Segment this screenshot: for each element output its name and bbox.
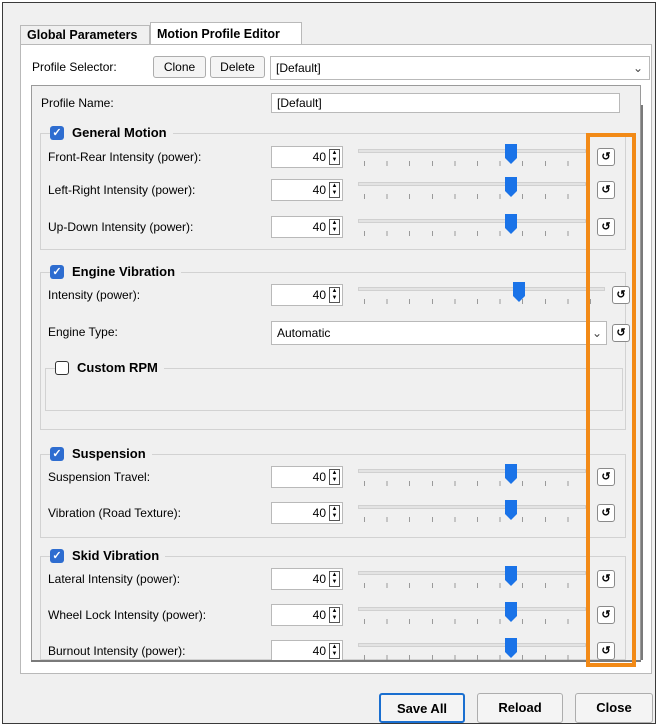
profile-selector-value: [Default] xyxy=(276,61,321,75)
spinner-arrows-icon[interactable]: ▲ ▼ xyxy=(329,607,340,623)
spinner-arrows-icon[interactable]: ▲ ▼ xyxy=(329,149,340,165)
tab-motion-profile-editor[interactable]: Motion Profile Editor xyxy=(150,22,302,44)
suspension-travel-value: 40 xyxy=(312,470,326,484)
front-rear-intensity-slider-track[interactable] xyxy=(358,149,586,153)
engine-type-value: Automatic xyxy=(277,326,331,340)
up-down-intensity-label: Up-Down Intensity (power): xyxy=(48,220,194,234)
wheel-lock-intensity-value: 40 xyxy=(312,608,326,622)
wheel-lock-intensity-label: Wheel Lock Intensity (power): xyxy=(48,608,207,622)
engine-vibration-checkbox[interactable]: ✓ xyxy=(50,264,64,279)
lateral-intensity-value: 40 xyxy=(312,572,326,586)
front-rear-intensity-value: 40 xyxy=(312,150,326,164)
up-down-intensity-slider-thumb[interactable] xyxy=(504,213,518,235)
spinner-arrows-icon[interactable]: ▲ ▼ xyxy=(329,571,340,587)
suspension-travel-label: Suspension Travel: xyxy=(48,470,151,484)
engine-intensity-slider-thumb[interactable] xyxy=(512,281,526,303)
suspension-travel-slider-thumb[interactable] xyxy=(504,463,518,485)
custom-rpm-checkbox[interactable] xyxy=(55,360,69,375)
lateral-intensity-slider-ticks xyxy=(364,583,580,588)
skid-vibration-title: Skid Vibration xyxy=(72,548,160,563)
left-right-intensity-slider-thumb[interactable] xyxy=(504,176,518,198)
engine-intensity-label: Intensity (power): xyxy=(48,288,141,302)
profile-selector-label: Profile Selector: xyxy=(32,60,117,74)
left-right-intensity-value: 40 xyxy=(312,183,326,197)
left-right-intensity-label: Left-Right Intensity (power): xyxy=(48,183,196,197)
suspension-travel-spinbox[interactable]: 40 ▲ ▼ xyxy=(271,466,343,488)
road-texture-vibration-spinbox[interactable]: 40 ▲ ▼ xyxy=(271,502,343,524)
skid-vibration-header: ✓ Skid Vibration xyxy=(50,548,166,563)
up-down-intensity-slider-track[interactable] xyxy=(358,219,586,223)
burnout-intensity-slider-track[interactable] xyxy=(358,643,586,647)
left-right-intensity-slider-track[interactable] xyxy=(358,182,586,186)
skid-vibration-checkbox[interactable]: ✓ xyxy=(50,548,64,563)
wheel-lock-intensity-slider-thumb[interactable] xyxy=(504,601,518,623)
spinner-arrows-icon[interactable]: ▲ ▼ xyxy=(329,219,340,235)
lateral-intensity-slider-thumb[interactable] xyxy=(504,565,518,587)
road-texture-vibration-slider-ticks xyxy=(364,517,580,522)
burnout-intensity-spinbox[interactable]: 40 ▲ ▼ xyxy=(271,640,343,662)
highlight-box xyxy=(586,133,636,667)
burnout-intensity-slider-thumb[interactable] xyxy=(504,637,518,659)
engine-intensity-spinbox[interactable]: 40 ▲ ▼ xyxy=(271,284,343,306)
custom-rpm-title: Custom RPM xyxy=(77,360,158,375)
clone-button[interactable]: Clone xyxy=(153,56,206,78)
road-texture-vibration-slider-thumb[interactable] xyxy=(504,499,518,521)
tab-global-parameters[interactable]: Global Parameters xyxy=(20,25,150,44)
road-texture-vibration-label: Vibration (Road Texture): xyxy=(48,506,181,520)
front-rear-intensity-spinbox[interactable]: 40 ▲ ▼ xyxy=(271,146,343,168)
burnout-intensity-label: Burnout Intensity (power): xyxy=(48,644,186,658)
lateral-intensity-label: Lateral Intensity (power): xyxy=(48,572,181,586)
engine-vibration-header: ✓ Engine Vibration xyxy=(50,264,182,279)
up-down-intensity-slider-ticks xyxy=(364,231,580,236)
reload-button[interactable]: Reload xyxy=(477,693,563,723)
wheel-lock-intensity-spinbox[interactable]: 40 ▲ ▼ xyxy=(271,604,343,626)
spinner-arrows-icon[interactable]: ▲ ▼ xyxy=(329,643,340,659)
spinner-arrows-icon[interactable]: ▲ ▼ xyxy=(329,182,340,198)
profile-name-label: Profile Name: xyxy=(41,96,114,110)
engine-intensity-slider-track[interactable] xyxy=(358,287,605,291)
general-motion-title: General Motion xyxy=(72,125,167,140)
profile-selector-dropdown[interactable]: [Default] ⌄ xyxy=(270,56,650,80)
suspension-travel-slider-ticks xyxy=(364,481,580,486)
chevron-down-icon: ⌄ xyxy=(632,61,643,75)
front-rear-intensity-label: Front-Rear Intensity (power): xyxy=(48,150,202,164)
engine-intensity-slider-ticks xyxy=(364,299,599,304)
spinner-arrows-icon[interactable]: ▲ ▼ xyxy=(329,469,340,485)
suspension-checkbox[interactable]: ✓ xyxy=(50,446,64,461)
up-down-intensity-value: 40 xyxy=(312,220,326,234)
spinner-arrows-icon[interactable]: ▲ ▼ xyxy=(329,505,340,521)
spinner-arrows-icon[interactable]: ▲ ▼ xyxy=(329,287,340,303)
delete-button[interactable]: Delete xyxy=(210,56,265,78)
road-texture-vibration-slider-track[interactable] xyxy=(358,505,586,509)
lateral-intensity-slider-track[interactable] xyxy=(358,571,586,575)
suspension-travel-slider-track[interactable] xyxy=(358,469,586,473)
engine-intensity-value: 40 xyxy=(312,288,326,302)
engine-vibration-title: Engine Vibration xyxy=(72,264,176,279)
burnout-intensity-value: 40 xyxy=(312,644,326,658)
engine-type-dropdown[interactable]: Automatic ⌄ xyxy=(271,321,607,345)
engine-type-label: Engine Type: xyxy=(48,325,118,339)
wheel-lock-intensity-slider-ticks xyxy=(364,619,580,624)
general-motion-checkbox[interactable]: ✓ xyxy=(50,125,64,140)
front-rear-intensity-slider-thumb[interactable] xyxy=(504,143,518,165)
custom-rpm-header: Custom RPM xyxy=(55,360,164,375)
close-button[interactable]: Close xyxy=(575,693,653,723)
save-all-button[interactable]: Save All xyxy=(379,693,465,723)
profile-name-input[interactable]: [Default] xyxy=(271,93,620,113)
wheel-lock-intensity-slider-track[interactable] xyxy=(358,607,586,611)
suspension-header: ✓ Suspension xyxy=(50,446,152,461)
suspension-title: Suspension xyxy=(72,446,146,461)
road-texture-vibration-value: 40 xyxy=(312,506,326,520)
general-motion-header: ✓ General Motion xyxy=(50,125,173,140)
up-down-intensity-spinbox[interactable]: 40 ▲ ▼ xyxy=(271,216,343,238)
horizontal-scrollbar[interactable] xyxy=(31,660,641,662)
vertical-scrollbar[interactable] xyxy=(641,105,643,660)
left-right-intensity-spinbox[interactable]: 40 ▲ ▼ xyxy=(271,179,343,201)
front-rear-intensity-slider-ticks xyxy=(364,161,580,166)
left-right-intensity-slider-ticks xyxy=(364,194,580,199)
lateral-intensity-spinbox[interactable]: 40 ▲ ▼ xyxy=(271,568,343,590)
